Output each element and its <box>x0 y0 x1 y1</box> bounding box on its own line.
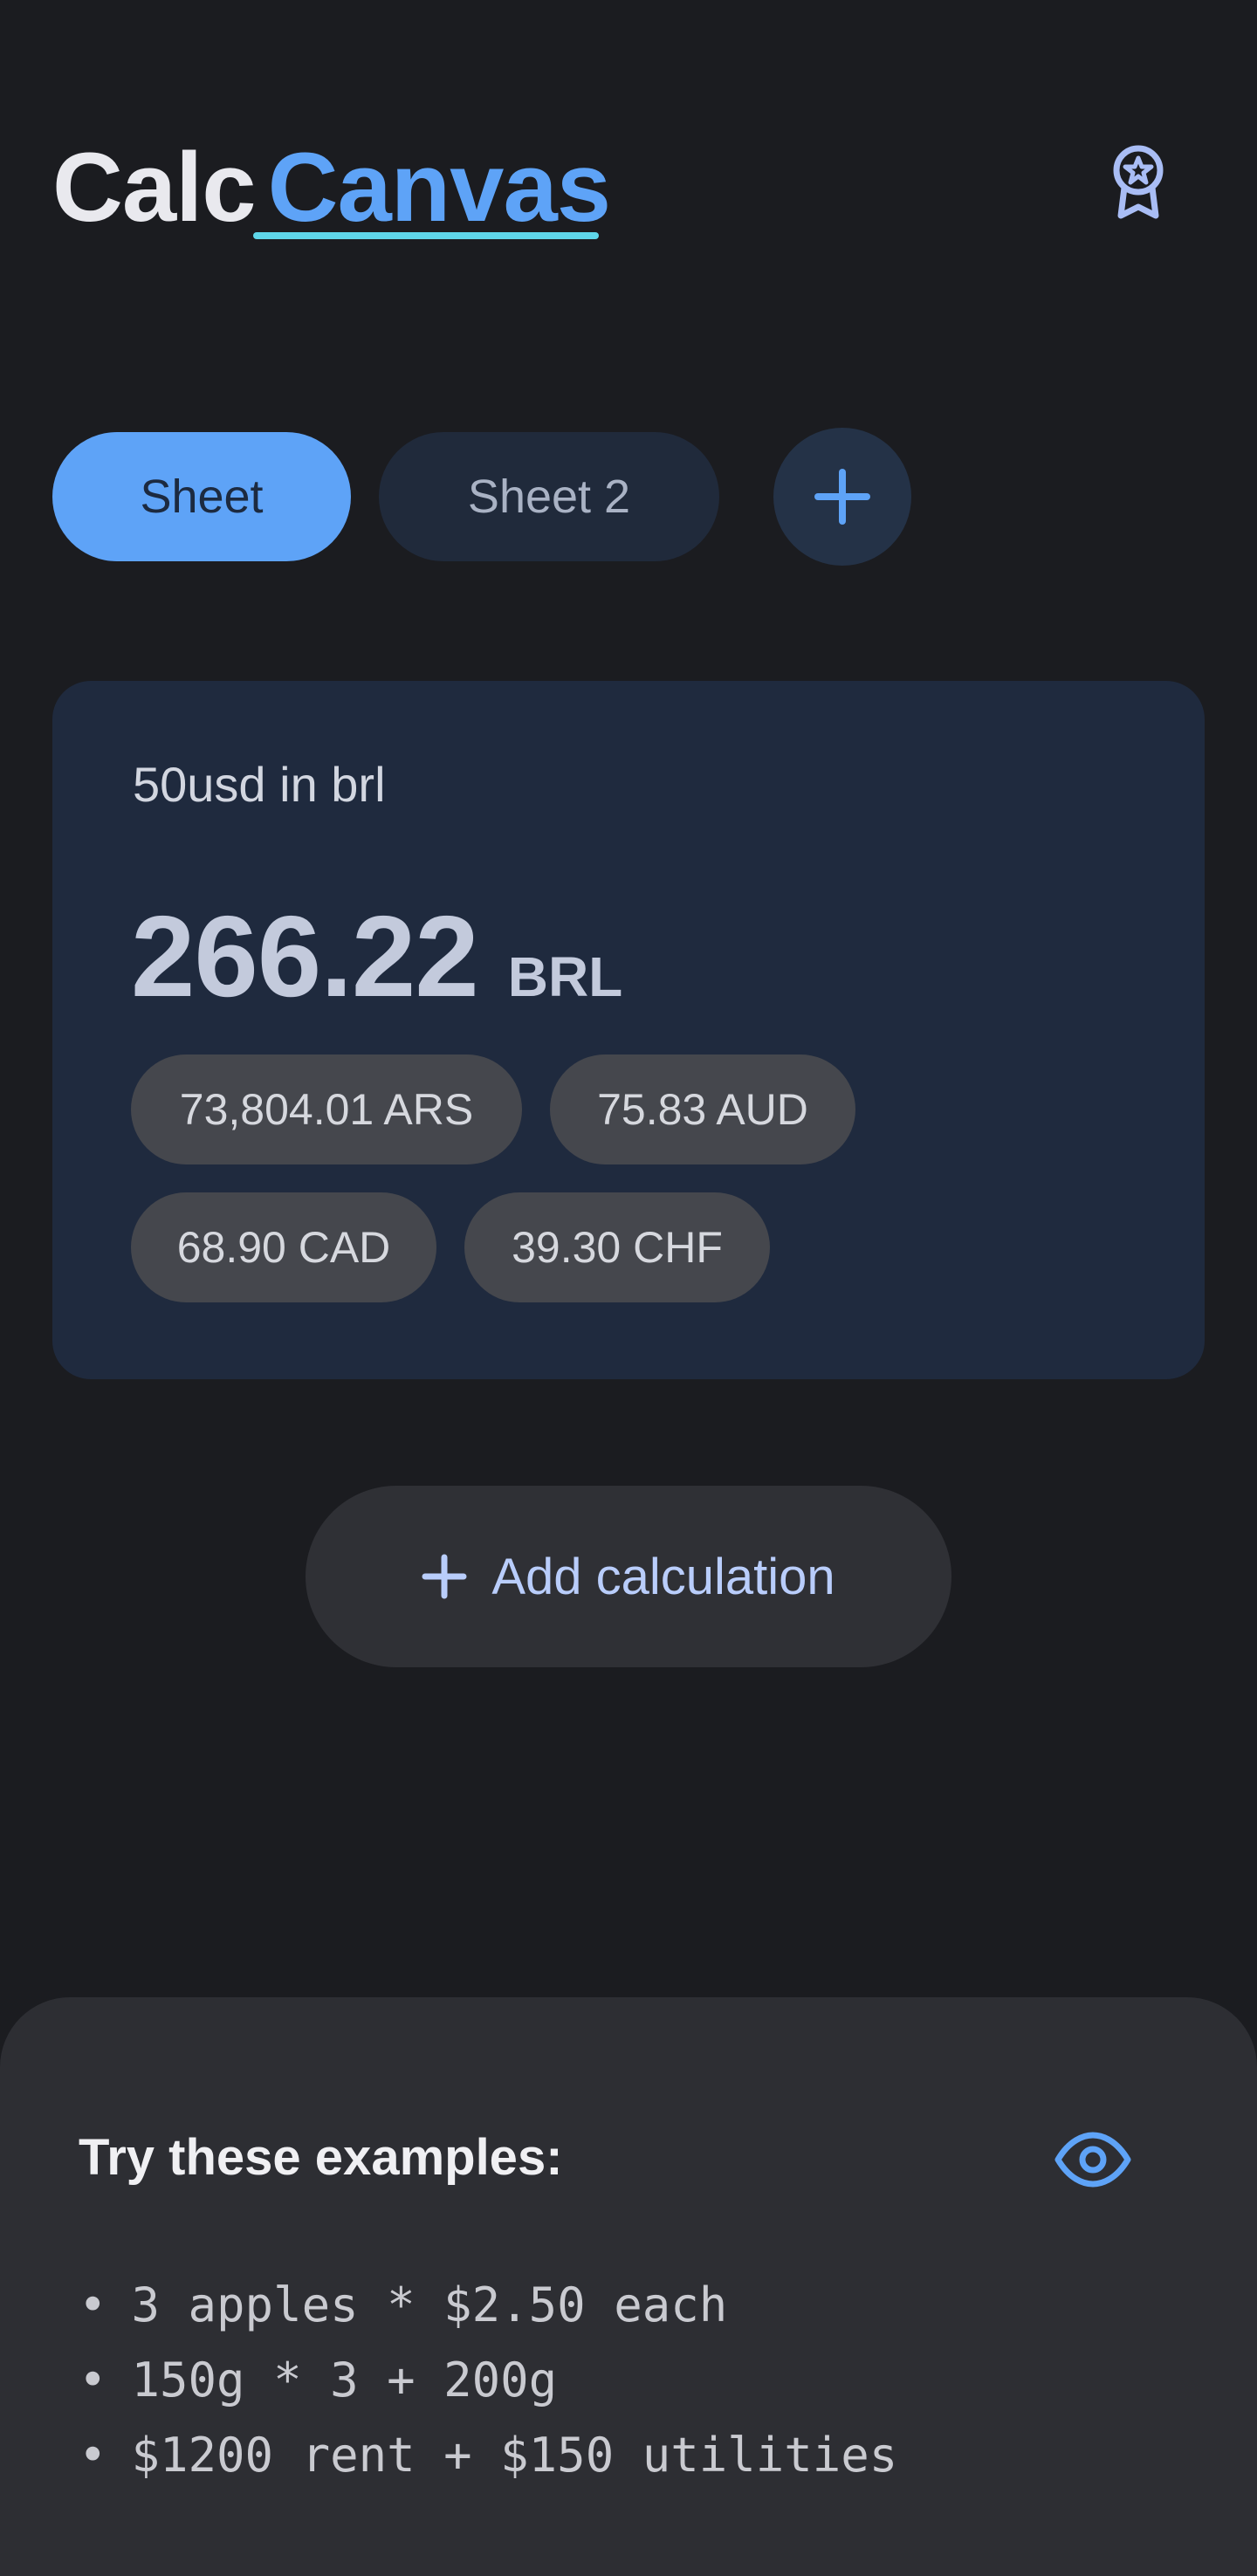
app-header: Calc Canvas <box>0 0 1257 262</box>
tab-sheet[interactable]: Sheet <box>52 432 351 561</box>
calculation-result: 266.22 BRL <box>131 890 622 1022</box>
example-text: 150g * 3 + 200g <box>131 2353 558 2408</box>
plus-icon <box>422 1554 467 1599</box>
list-item[interactable]: • 150g * 3 + 200g <box>79 2343 897 2418</box>
logo-text-calc: Calc <box>52 133 257 242</box>
add-calculation-button[interactable]: Add calculation <box>306 1486 951 1667</box>
list-item[interactable]: • $1200 rent + $150 utilities <box>79 2418 897 2493</box>
calculation-card: 50usd in brl 266.22 BRL 73,804.01 ARS 75… <box>52 681 1205 1379</box>
chip-row: 73,804.01 ARS 75.83 AUD <box>131 1054 1135 1164</box>
add-sheet-button[interactable] <box>773 428 911 566</box>
calculation-expression[interactable]: 50usd in brl <box>133 756 386 813</box>
conversion-chip-cad[interactable]: 68.90 CAD <box>131 1192 436 1302</box>
list-item[interactable]: • 3 apples * $2.50 each <box>79 2268 897 2343</box>
add-calculation-label: Add calculation <box>491 1548 835 1605</box>
logo-underline <box>253 232 599 239</box>
tab-sheet-2-label: Sheet 2 <box>467 471 631 523</box>
bullet: • <box>79 2353 107 2408</box>
tab-sheet-2[interactable]: Sheet 2 <box>379 432 719 561</box>
examples-title: Try these examples: <box>79 2129 563 2186</box>
bullet: • <box>79 2277 107 2332</box>
result-unit: BRL <box>507 945 623 1008</box>
conversion-chip-ars[interactable]: 73,804.01 ARS <box>131 1054 522 1164</box>
toggle-examples-button[interactable] <box>1051 2125 1135 2195</box>
chip-row: 68.90 CAD 39.30 CHF <box>131 1192 1135 1302</box>
achievements-button[interactable] <box>1102 140 1175 223</box>
plus-icon <box>814 469 870 525</box>
result-value: 266.22 <box>131 892 479 1020</box>
example-text: 3 apples * $2.50 each <box>131 2277 728 2332</box>
conversion-chips: 73,804.01 ARS 75.83 AUD 68.90 CAD 39.30 … <box>131 1054 1135 1330</box>
award-ribbon-icon <box>1113 145 1164 219</box>
sheet-tabs: Sheet Sheet 2 <box>52 428 911 566</box>
bullet: • <box>79 2428 107 2483</box>
tab-sheet-label: Sheet <box>140 471 264 523</box>
examples-panel: Try these examples: • 3 apples * $2.50 ea… <box>0 1997 1257 2576</box>
conversion-chip-chf[interactable]: 39.30 CHF <box>464 1192 770 1302</box>
eye-icon <box>1054 2132 1131 2188</box>
logo-text-canvas: Canvas <box>267 133 611 242</box>
example-list: • 3 apples * $2.50 each • 150g * 3 + 200g … <box>79 2268 897 2493</box>
conversion-chip-aud[interactable]: 75.83 AUD <box>550 1054 855 1164</box>
example-text: $1200 rent + $150 utilities <box>131 2428 898 2483</box>
